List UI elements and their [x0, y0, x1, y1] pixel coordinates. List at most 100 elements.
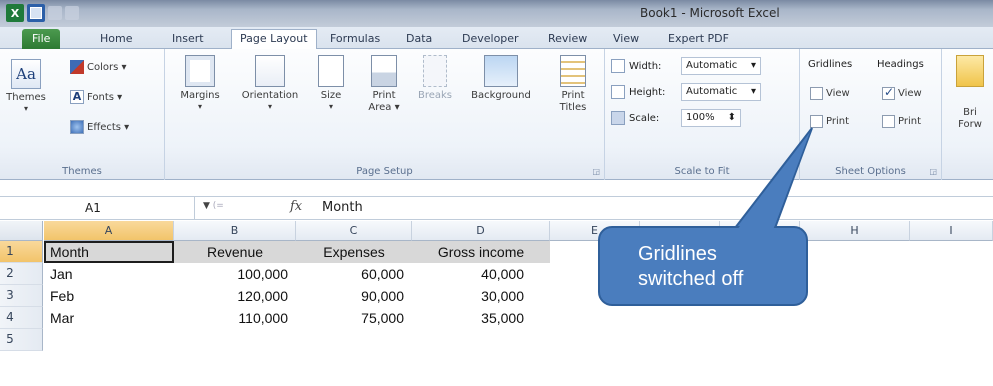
- table-cell[interactable]: Mar: [44, 307, 174, 329]
- row-header-2[interactable]: 2: [0, 263, 43, 285]
- orientation-label: Orientation: [241, 90, 299, 101]
- save-icon[interactable]: [27, 4, 45, 22]
- row-header-5[interactable]: 5: [0, 329, 43, 351]
- scale-spinner[interactable]: 100% ⬍: [681, 109, 741, 127]
- margins-icon: [185, 55, 215, 87]
- tab-insert[interactable]: Insert: [164, 30, 212, 49]
- headings-print-label: Print: [898, 116, 922, 127]
- print-titles-button[interactable]: Print Titles: [553, 55, 593, 114]
- table-cell[interactable]: 30,000: [412, 285, 532, 307]
- column-header-a[interactable]: A: [44, 221, 174, 241]
- print-area-button[interactable]: Print Area ▾: [361, 55, 407, 114]
- bring-forward-label-1: Bri: [963, 107, 977, 118]
- group-sheet-options: Gridlines Headings View Print View Print…: [800, 49, 942, 180]
- width-label: Width:: [629, 60, 662, 72]
- table-header-cell[interactable]: Month: [44, 241, 174, 263]
- tab-home[interactable]: Home: [92, 30, 140, 49]
- orientation-button[interactable]: Orientation ▾: [235, 55, 305, 112]
- bring-forward-label-2: Forw: [958, 119, 982, 130]
- tab-view[interactable]: View: [605, 30, 647, 49]
- row-header-1[interactable]: 1: [0, 241, 43, 263]
- size-icon: [318, 55, 344, 87]
- print-area-icon: [371, 55, 397, 87]
- themes-button[interactable]: Aa Themes ▾: [6, 59, 46, 114]
- table-cell[interactable]: 100,000: [174, 263, 296, 285]
- print-titles-label-2: Titles: [559, 102, 587, 113]
- spreadsheet-grid: A B C D E F G H I 1 2 3 4 5 Month Revenu…: [0, 221, 993, 386]
- width-row: Width: Automatic ▾: [611, 57, 761, 75]
- themes-group-label: Themes: [62, 166, 102, 177]
- formula-input[interactable]: Month: [322, 200, 363, 215]
- height-label: Height:: [629, 86, 666, 98]
- table-cell[interactable]: 40,000: [412, 263, 532, 285]
- background-button[interactable]: Background: [461, 55, 541, 102]
- select-all-corner[interactable]: [0, 221, 43, 241]
- name-box[interactable]: A1: [0, 197, 195, 220]
- redo-icon[interactable]: [65, 6, 79, 20]
- tab-expert-pdf[interactable]: Expert PDF: [660, 30, 737, 49]
- effects-button[interactable]: Effects ▾: [70, 120, 129, 134]
- table-cell[interactable]: 60,000: [296, 263, 412, 285]
- page-setup-launcher-icon[interactable]: ◲: [592, 167, 600, 176]
- fx-icon[interactable]: fx: [290, 199, 302, 214]
- size-label: Size: [320, 90, 342, 101]
- width-value: Automatic: [686, 60, 738, 71]
- row-header-3[interactable]: 3: [0, 285, 43, 307]
- chevron-down-icon: ▾: [750, 86, 756, 97]
- headings-print-checkbox[interactable]: Print: [882, 115, 921, 128]
- table-cell[interactable]: 90,000: [296, 285, 412, 307]
- gridlines-header: Gridlines: [808, 59, 853, 70]
- fonts-button[interactable]: A Fonts ▾: [70, 90, 122, 104]
- formula-bar: A1 ▼ (= fx Month: [0, 196, 993, 220]
- gridlines-print-label: Print: [826, 116, 850, 127]
- colors-icon: [70, 60, 84, 74]
- breaks-label: Breaks: [417, 90, 453, 101]
- table-cell[interactable]: 35,000: [412, 307, 532, 329]
- colors-button[interactable]: Colors ▾: [70, 60, 127, 74]
- tab-file[interactable]: File: [22, 29, 61, 49]
- table-cell[interactable]: Feb: [44, 285, 174, 307]
- scale-row: Scale: 100% ⬍: [611, 109, 741, 127]
- undo-icon[interactable]: [48, 6, 62, 20]
- scale-to-fit-launcher-icon[interactable]: ◲: [787, 167, 795, 176]
- bring-forward-button[interactable]: Bri Forw: [948, 55, 992, 131]
- table-cell[interactable]: 120,000: [174, 285, 296, 307]
- tab-page-layout[interactable]: Page Layout: [231, 29, 317, 50]
- name-box-dropdown-icon[interactable]: ▼ (=: [203, 201, 224, 211]
- row-header-4[interactable]: 4: [0, 307, 43, 329]
- column-header-b[interactable]: B: [174, 221, 296, 241]
- table-cell[interactable]: Jan: [44, 263, 174, 285]
- gridlines-view-checkbox[interactable]: View: [810, 87, 850, 100]
- breaks-button[interactable]: Breaks: [415, 55, 455, 102]
- breaks-icon: [423, 55, 447, 87]
- table-header-cell[interactable]: Gross income: [412, 241, 550, 263]
- headings-print-check: [882, 115, 895, 128]
- margins-button[interactable]: Margins ▾: [175, 55, 225, 112]
- sheet-options-launcher-icon[interactable]: ◲: [929, 167, 937, 176]
- table-header-cell[interactable]: Revenue: [174, 241, 296, 263]
- gridlines-print-checkbox[interactable]: Print: [810, 115, 849, 128]
- excel-logo-icon[interactable]: X: [6, 4, 24, 22]
- height-value: Automatic: [686, 86, 738, 97]
- height-dropdown[interactable]: Automatic ▾: [681, 83, 761, 101]
- title-bar: X Book1 - Microsoft Excel: [0, 0, 993, 27]
- scale-to-fit-group-label: Scale to Fit: [674, 166, 730, 177]
- table-cell[interactable]: 75,000: [296, 307, 412, 329]
- colors-label: Colors ▾: [87, 61, 127, 73]
- tab-formulas[interactable]: Formulas: [322, 30, 388, 49]
- table-cell[interactable]: 110,000: [174, 307, 296, 329]
- column-header-d[interactable]: D: [412, 221, 550, 241]
- tab-review[interactable]: Review: [540, 30, 595, 49]
- tab-developer[interactable]: Developer: [454, 30, 527, 49]
- tab-data[interactable]: Data: [398, 30, 440, 49]
- headings-view-checkbox[interactable]: View: [882, 85, 922, 100]
- column-header-h[interactable]: H: [800, 221, 910, 241]
- size-button[interactable]: Size ▾: [313, 55, 349, 112]
- callout-annotation: Gridlines switched off: [598, 226, 808, 306]
- headings-header: Headings: [877, 59, 924, 70]
- width-dropdown[interactable]: Automatic ▾: [681, 57, 761, 75]
- table-header-cell[interactable]: Expenses: [296, 241, 412, 263]
- column-header-c[interactable]: C: [296, 221, 412, 241]
- background-icon: [484, 55, 518, 87]
- column-header-i[interactable]: I: [910, 221, 993, 241]
